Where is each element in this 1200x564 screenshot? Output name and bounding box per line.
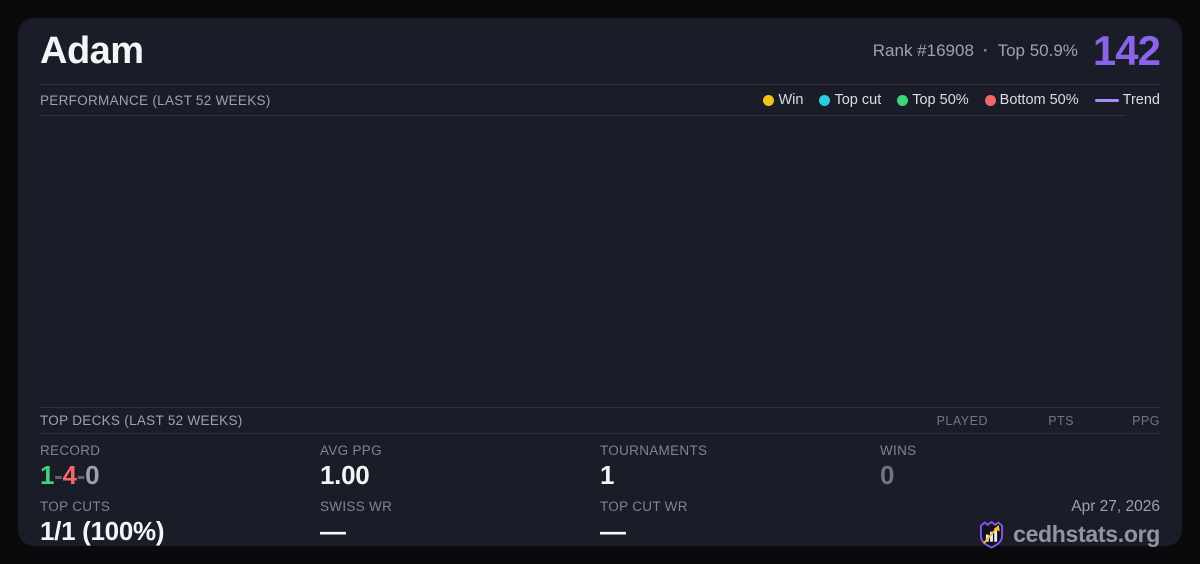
chart-legend: Win Top cut Top 50% Bottom 50% Trend xyxy=(763,92,1160,108)
trend-line-icon xyxy=(1094,98,1119,102)
stat-label: TOURNAMENTS xyxy=(600,443,708,458)
top50-dot-icon xyxy=(897,94,909,106)
rank-separator: · xyxy=(982,41,989,60)
record-value: 1-4-0 xyxy=(40,459,320,491)
legend-item-trend: Trend xyxy=(1094,92,1160,108)
record-dash: - xyxy=(54,460,63,490)
record-losses: 4 xyxy=(62,460,77,490)
top-cuts-value: 1/1 (100%) xyxy=(40,516,165,546)
legend-item-win: Win xyxy=(763,92,803,108)
stat-label: WINS xyxy=(880,443,917,458)
stat-label: AVG PPG xyxy=(320,443,382,458)
record-wins: 1 xyxy=(40,460,55,490)
cedhstats-shield-logo-icon xyxy=(980,521,1004,549)
stat-tournaments: TOURNAMENTS 1 xyxy=(600,438,880,494)
header-right: Rank #16908 · Top 50.9% 142 xyxy=(873,27,1161,74)
top-decks-section-title: TOP DECKS (LAST 52 WEEKS) xyxy=(40,413,243,428)
date-label: Apr 27, 2026 xyxy=(1071,498,1160,515)
stat-top-cut-wr: TOP CUT WR — xyxy=(600,494,880,550)
tournaments-value: 1 xyxy=(600,460,615,490)
avg-ppg-value: 1.00 xyxy=(320,460,370,490)
legend-label: Trend xyxy=(1122,92,1160,108)
column-header-pts: PTS xyxy=(1048,413,1074,428)
column-header-ppg: PPG xyxy=(1132,413,1160,428)
win-dot-icon xyxy=(763,94,775,106)
stat-record: RECORD 1-4-0 xyxy=(40,438,320,494)
performance-header-row: PERFORMANCE (LAST 52 WEEKS) Win Top cut … xyxy=(40,85,1160,115)
record-dash: - xyxy=(76,460,86,490)
top-decks-header-row: TOP DECKS (LAST 52 WEEKS) PLAYED PTS PPG xyxy=(40,408,1160,433)
legend-label: Bottom 50% xyxy=(999,92,1079,108)
legend-label: Top 50% xyxy=(912,92,969,108)
legend-item-bottom50: Bottom 50% xyxy=(984,92,1079,108)
stat-label: RECORD xyxy=(40,443,101,458)
stat-label: TOP CUT WR xyxy=(600,499,688,514)
percentile-label: Top 50.9% xyxy=(997,41,1078,60)
brand-name: cedhstats.org xyxy=(1013,521,1160,547)
legend-label: Top cut xyxy=(834,92,882,108)
legend-item-top50: Top 50% xyxy=(897,92,969,108)
player-name: Adam xyxy=(40,30,144,72)
legend-item-top-cut: Top cut xyxy=(819,92,881,108)
card-header: Adam Rank #16908 · Top 50.9% 142 xyxy=(40,18,1161,84)
stat-avg-ppg: AVG PPG 1.00 xyxy=(320,438,600,494)
performance-chart-plot-area xyxy=(40,116,1160,407)
player-stats-card: Adam Rank #16908 · Top 50.9% 142 PERFORM… xyxy=(18,18,1182,549)
stat-label: TOP CUTS xyxy=(40,499,111,514)
top-decks-column-headers: PLAYED PTS PPG xyxy=(902,414,1160,428)
stat-swiss-wr: SWISS WR — xyxy=(320,494,600,550)
bottom50-dot-icon xyxy=(984,94,996,106)
column-header-played: PLAYED xyxy=(936,413,988,428)
stat-label: SWISS WR xyxy=(320,499,393,514)
top-cut-wr-value: — xyxy=(600,516,626,546)
brand-row: cedhstats.org xyxy=(880,519,1160,550)
stats-grid: RECORD 1-4-0 AVG PPG 1.00 TOURNAMENTS 1 … xyxy=(40,434,1160,550)
card-footer: Apr 27, 2026 cedhstats.org xyxy=(880,494,1160,550)
record-draws: 0 xyxy=(85,460,100,490)
legend-label: Win xyxy=(778,92,804,108)
rank-label: Rank #16908 xyxy=(872,41,974,60)
swiss-wr-value: — xyxy=(320,516,346,546)
rank-line: Rank #16908 · Top 50.9% xyxy=(873,41,1078,61)
performance-section-title: PERFORMANCE (LAST 52 WEEKS) xyxy=(40,92,271,108)
wins-value: 0 xyxy=(880,460,895,490)
rating-score: 142 xyxy=(1092,27,1161,74)
stat-top-cuts: TOP CUTS 1/1 (100%) xyxy=(40,494,320,550)
stat-wins: WINS 0 xyxy=(880,438,1160,494)
top-cut-dot-icon xyxy=(819,94,831,106)
